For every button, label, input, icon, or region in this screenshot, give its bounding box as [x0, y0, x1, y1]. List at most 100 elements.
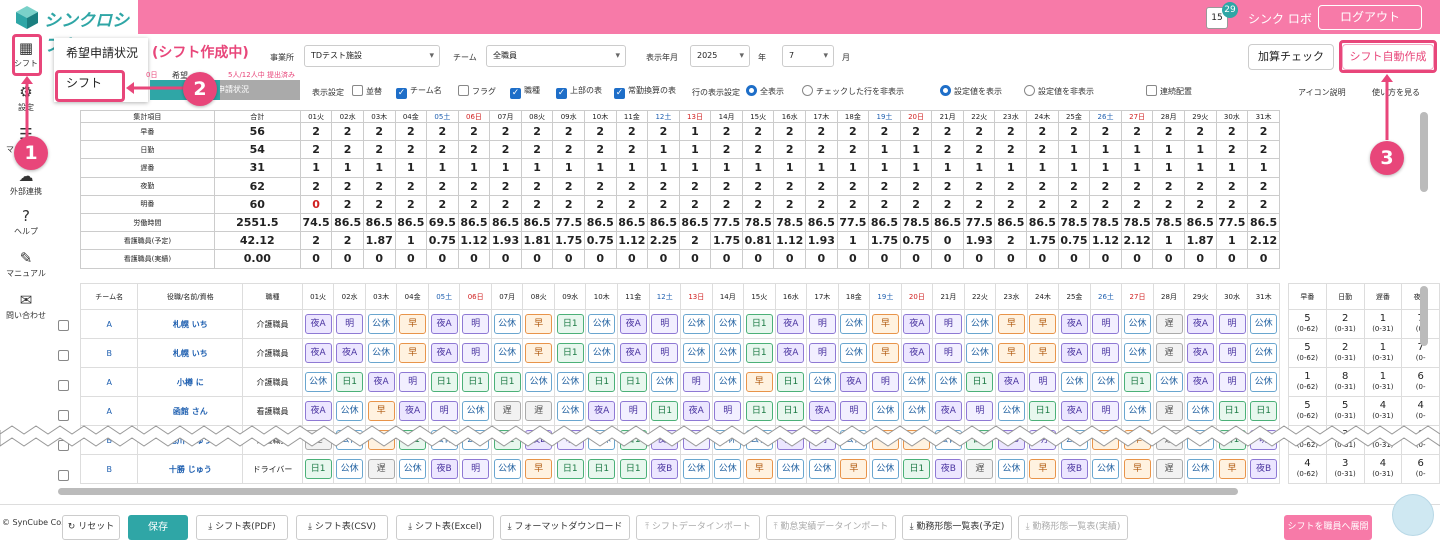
shift-cell[interactable]: 日1 — [900, 454, 934, 484]
shift-cell[interactable]: 公休 — [364, 338, 398, 368]
shift-chip[interactable]: 日1 — [556, 459, 584, 479]
shift-chip[interactable]: 日1 — [1250, 401, 1278, 421]
shift-chip[interactable]: 公休 — [1250, 372, 1278, 392]
horizontal-scrollbar[interactable] — [58, 488, 1238, 495]
shift-cell[interactable]: 日1 — [743, 309, 776, 339]
shift-chip[interactable]: 遅 — [367, 459, 395, 479]
table-row[interactable]: B 札幌 いち 介護職員 夜A 夜A 公休早夜A 明公休早日1 公休 夜A 明公休 公休 日1 夜A 明公… — [80, 338, 1280, 368]
shift-chip[interactable]: 公休 — [714, 459, 742, 479]
shift-chip[interactable]: 夜B — [934, 459, 962, 479]
shift-cell[interactable]: 日1 — [774, 367, 808, 397]
shift-cell[interactable]: 明 — [932, 309, 965, 339]
shift-cell[interactable]: 公休 — [900, 367, 934, 397]
shift-chip[interactable]: 日1 — [588, 459, 616, 479]
shift-chip[interactable]: 明 — [840, 401, 868, 421]
expand-to-staff-button[interactable]: シフトを職員へ展開 — [1284, 515, 1372, 540]
shift-cell[interactable]: 夜A — [995, 367, 1028, 397]
shift-cell[interactable]: 日1 — [648, 396, 682, 426]
staff-name[interactable]: 十勝 じゅう — [137, 454, 244, 484]
shift-chip[interactable]: 公休 — [1187, 459, 1215, 479]
shift-cell[interactable]: 公休 — [585, 309, 618, 339]
shift-chip[interactable]: 夜A — [430, 314, 458, 334]
shift-chip[interactable]: 日1 — [304, 459, 332, 479]
shift-cell[interactable]: 公休 — [585, 338, 618, 368]
shift-cell[interactable]: 公休 — [1121, 396, 1154, 426]
shift-chip[interactable]: 公休 — [588, 314, 616, 334]
shift-chip[interactable]: 明 — [651, 314, 679, 334]
shift-cell[interactable]: 明 — [648, 309, 682, 339]
shift-chip[interactable]: 遅 — [525, 401, 553, 421]
shift-cell[interactable]: 遅 — [490, 396, 524, 426]
shift-cell[interactable]: 早 — [869, 309, 902, 339]
table-row[interactable]: B 十勝 じゅう ドライバー 日1 公休遅公休 夜B 明公休早日1 日1 日1 夜B 公休 公休早公休… — [80, 454, 1280, 484]
shift-chip[interactable]: 夜A — [777, 314, 805, 334]
shift-cell[interactable]: 明 — [427, 396, 461, 426]
shift-chip[interactable]: 早 — [745, 459, 773, 479]
shift-chip[interactable]: 公休 — [1092, 372, 1120, 392]
shift-chip[interactable]: 早 — [525, 314, 553, 334]
shift-chip[interactable]: 早 — [367, 401, 395, 421]
shift-chip[interactable]: 夜A — [777, 343, 805, 363]
shift-chip[interactable]: 公休 — [840, 314, 868, 334]
shift-cell[interactable]: 早 — [364, 396, 398, 426]
reset-button[interactable]: ↻ リセット — [62, 515, 120, 540]
shift-chip[interactable]: 公休 — [777, 459, 805, 479]
shift-chip[interactable]: 公休 — [808, 372, 836, 392]
shift-chip[interactable]: 公休 — [556, 401, 584, 421]
shift-cell[interactable]: 夜A — [585, 396, 618, 426]
shift-cell[interactable]: 早 — [743, 454, 776, 484]
work-actual-button[interactable]: ⤓ 勤務形態一覧表(実績) — [1018, 515, 1128, 540]
shift-chip[interactable]: 日1 — [1123, 372, 1151, 392]
shift-chip[interactable]: 遅 — [1155, 459, 1183, 479]
staff-name[interactable]: 札幌 いち — [137, 338, 244, 368]
shift-cell[interactable]: 明 — [680, 367, 713, 397]
shift-cell[interactable]: 明 — [333, 309, 366, 339]
shift-chip[interactable]: 早 — [399, 314, 427, 334]
shift-cell[interactable]: 公休 — [490, 338, 524, 368]
shift-cell[interactable]: 早 — [837, 454, 871, 484]
shift-chip[interactable]: 遅 — [493, 401, 521, 421]
shift-chip[interactable]: 公休 — [682, 314, 710, 334]
shift-chip[interactable]: 公休 — [903, 401, 931, 421]
shift-cell[interactable]: 夜A — [1184, 309, 1217, 339]
shift-cell[interactable]: 公休 — [806, 367, 839, 397]
shift-cell[interactable]: 公休 — [711, 454, 745, 484]
shift-chip[interactable]: 日1 — [777, 372, 805, 392]
shift-chip[interactable]: 公休 — [462, 401, 490, 421]
shift-cell[interactable]: 日1 — [616, 454, 650, 484]
shift-chip[interactable]: 夜A — [1060, 314, 1088, 334]
shift-cell[interactable]: 夜A — [427, 309, 461, 339]
shift-cell[interactable]: 日1 — [585, 454, 618, 484]
shift-cell[interactable]: 夜A — [427, 338, 461, 368]
shift-chip[interactable]: 日1 — [777, 401, 805, 421]
shift-chip[interactable]: 公休 — [588, 343, 616, 363]
shift-chip[interactable]: 夜A — [1187, 372, 1215, 392]
shift-cell[interactable]: 公休 — [995, 396, 1028, 426]
shift-cell[interactable]: 明 — [1215, 367, 1249, 397]
shift-chip[interactable]: 日1 — [745, 343, 773, 363]
shift-chip[interactable]: 明 — [462, 314, 490, 334]
shift-chip[interactable]: 公休 — [399, 459, 427, 479]
shift-chip[interactable]: 公休 — [997, 459, 1025, 479]
shift-chip[interactable]: 夜A — [1060, 343, 1088, 363]
shift-chip[interactable]: 夜A — [430, 343, 458, 363]
shift-chip[interactable]: 公休 — [493, 314, 521, 334]
shift-chip[interactable]: 夜A — [304, 343, 332, 363]
shift-cell[interactable]: 公休 — [396, 454, 429, 484]
shift-cell[interactable]: 夜A — [932, 396, 965, 426]
shift-chip[interactable]: 日1 — [745, 314, 773, 334]
shift-chip[interactable]: 夜A — [336, 343, 364, 363]
shift-cell[interactable]: 明 — [616, 396, 650, 426]
shift-chip[interactable]: 夜A — [304, 401, 332, 421]
shift-chip[interactable]: 早 — [1218, 459, 1246, 479]
shift-cell[interactable]: 夜B — [1247, 454, 1280, 484]
shift-cell[interactable]: 公休 — [364, 309, 398, 339]
shift-cell[interactable]: 公休 — [553, 367, 587, 397]
shift-cell[interactable]: 公休 — [774, 454, 808, 484]
shift-cell[interactable]: 日1 — [490, 367, 524, 397]
shift-chip[interactable]: 日1 — [556, 343, 584, 363]
shift-cell[interactable]: 早 — [522, 309, 555, 339]
export-excel-button[interactable]: ⤓ シフト表(Excel) — [396, 515, 494, 540]
shift-cell[interactable]: 夜A — [774, 309, 808, 339]
shift-cell[interactable]: 早 — [995, 309, 1028, 339]
